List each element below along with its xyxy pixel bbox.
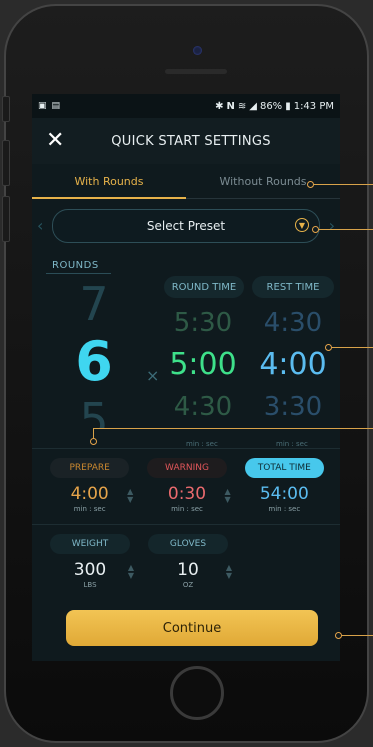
callout-line [318,229,373,230]
round-time-unit: min : sec [186,440,218,448]
round-time-current: 5:00 [169,347,237,382]
select-preset-dropdown[interactable]: ‹ Select Preset ▼ › [37,209,335,243]
camera-icon [193,46,202,55]
timers-row: PREPARE 4:00 min : sec ▲ ▼ WARNING 0:30 m… [44,458,336,513]
gloves-stepper-icon[interactable]: ▲ ▼ [226,564,232,580]
bluetooth-icon: ✱ [215,100,224,112]
round-time-label: ROUND TIME [164,276,244,298]
app-screen: ▣ ▤ ✱ N ≋ ◢ 86% ▮ 1:43 PM ✕ QUICK START … [32,94,340,661]
round-time-picker[interactable]: 5:30 5:00 4:30 [164,304,242,426]
rounds-prev: 7 [79,277,109,331]
gloves-label: GLOVES [148,534,228,554]
callout-line [93,428,373,429]
battery-icon: ▮ [285,100,291,112]
rounds-next: 5 [79,394,109,428]
mute-switch[interactable] [2,96,10,122]
speaker-grille [165,69,227,74]
divider [32,448,340,449]
wifi-icon: ≋ [237,100,247,112]
weight-label: WEIGHT [50,534,130,554]
callout-line [331,347,373,348]
continue-button[interactable]: Continue [66,610,318,646]
round-time-next: 4:30 [173,392,233,422]
callout-line [341,635,373,636]
warning-value: 0:30 [167,484,207,504]
warning-card[interactable]: WARNING 0:30 min : sec ▲ ▼ [141,458,232,513]
chevron-left-icon: ‹ [37,216,44,235]
nfc-icon: N [226,100,235,112]
rest-time-prev: 4:30 [263,308,323,338]
gloves-card[interactable]: GLOVES 10 OZ ▲ ▼ [142,534,234,589]
status-bar: ▣ ▤ ✱ N ≋ ◢ 86% ▮ 1:43 PM [32,94,340,118]
battery-percent: 86% [259,100,283,112]
tab-without-rounds[interactable]: Without Rounds [186,164,340,198]
signal-icon: ◢ [249,100,257,112]
select-preset-label: Select Preset [146,219,226,233]
close-icon[interactable]: ✕ [46,128,64,153]
prepare-unit: min : sec [73,505,106,513]
rounds-current: 6 [75,330,113,393]
prepare-label: PREPARE [50,458,130,478]
rest-time-next: 3:30 [263,392,323,422]
warning-stepper-icon[interactable]: ▲ ▼ [225,488,231,504]
image-icon: ▣ [38,101,47,111]
rounds-picker[interactable]: 7 6 5 [62,278,126,438]
multiply-icon: × [146,366,160,385]
gloves-unit: OZ [182,581,194,589]
warning-label: WARNING [147,458,227,478]
weight-unit: LBS [83,581,97,589]
total-time-unit: min : sec [268,505,301,513]
volume-up-button[interactable] [2,140,10,186]
weight-stepper-icon[interactable]: ▲ ▼ [128,564,134,580]
header: ✕ QUICK START SETTINGS [32,118,340,164]
callout-line [93,428,94,438]
prepare-stepper-icon[interactable]: ▲ ▼ [127,488,133,504]
prepare-card[interactable]: PREPARE 4:00 min : sec ▲ ▼ [44,458,135,513]
page-title: QUICK START SETTINGS [111,133,271,149]
home-button[interactable] [170,666,224,720]
gloves-value: 10 [177,560,199,580]
rest-time-label: REST TIME [252,276,334,298]
gear-row: WEIGHT 300 LBS ▲ ▼ GLOVES 10 OZ ▲ ▼ [44,534,336,589]
tab-bar: With Rounds Without Rounds [32,164,340,199]
total-time-label: TOTAL TIME [244,458,324,478]
total-time-value: 54:00 [259,484,309,504]
divider [32,524,340,525]
rest-time-picker[interactable]: 4:30 4:00 3:30 [254,304,332,426]
dropdown-icon: ▼ [295,218,309,232]
sim-icon: ▤ [51,101,61,111]
callout-dot [90,438,97,445]
rest-time-unit: min : sec [276,440,308,448]
weight-value: 300 [73,560,107,580]
callout-line [313,184,373,185]
weight-card[interactable]: WEIGHT 300 LBS ▲ ▼ [44,534,136,589]
rest-time-current: 4:00 [259,347,327,382]
total-time-card: TOTAL TIME 54:00 min : sec [239,458,330,513]
volume-down-button[interactable] [2,196,10,242]
round-time-prev: 5:30 [173,308,233,338]
prepare-value: 4:00 [70,484,109,504]
tab-with-rounds[interactable]: With Rounds [32,164,186,199]
warning-unit: min : sec [171,505,203,513]
chevron-right-icon: › [328,216,335,235]
rounds-label: ROUNDS [46,260,111,274]
clock: 1:43 PM [293,100,334,112]
